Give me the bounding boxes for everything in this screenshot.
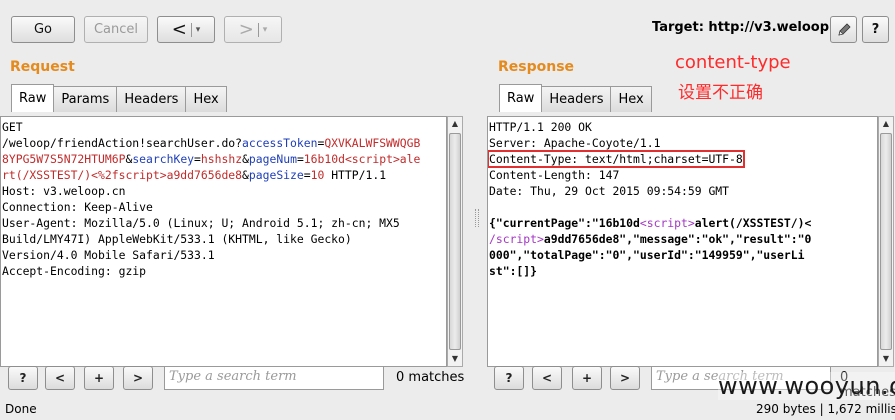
tab-response-raw[interactable]: Raw bbox=[499, 84, 543, 112]
go-button[interactable]: Go bbox=[11, 16, 75, 43]
tab-request-hex[interactable]: Hex bbox=[185, 86, 227, 112]
help-icon: ? bbox=[505, 371, 513, 385]
response-editor[interactable]: HTTP/1.1 200 OK Server: Apache-Coyote/1.… bbox=[487, 116, 878, 367]
scroll-down-icon[interactable]: ▼ bbox=[448, 352, 462, 366]
tab-request-raw[interactable]: Raw bbox=[11, 84, 55, 112]
request-text: GET /weloop/friendAction!searchUser.do?a… bbox=[2, 120, 421, 278]
tab-response-headers[interactable]: Headers bbox=[541, 86, 612, 112]
scroll-thumb[interactable] bbox=[449, 133, 461, 350]
response-search-help-button[interactable]: ? bbox=[494, 366, 524, 390]
request-search-input[interactable]: Type a search term bbox=[164, 366, 384, 390]
edit-target-button[interactable] bbox=[830, 16, 857, 43]
watermark: www.wooyun.org bbox=[718, 372, 895, 400]
scroll-thumb[interactable] bbox=[880, 133, 892, 350]
response-search-next-button[interactable]: > bbox=[610, 366, 640, 390]
back-arrow-icon: < bbox=[171, 18, 187, 40]
request-title: Request bbox=[10, 59, 75, 75]
scroll-up-icon[interactable]: ▲ bbox=[879, 117, 893, 131]
content-type-highlight: Content-Type: text/html;charset=UTF-8 bbox=[488, 150, 745, 168]
request-tabs: Raw Params Headers Hex bbox=[11, 84, 227, 112]
target-label: Target: http://v3.weloop.cn bbox=[652, 20, 851, 35]
annotation-incorrect: 设置不正确 bbox=[678, 83, 763, 103]
tab-response-hex[interactable]: Hex bbox=[610, 86, 652, 112]
response-title: Response bbox=[498, 59, 575, 75]
plus-icon: + bbox=[93, 371, 105, 385]
grip-icon bbox=[475, 209, 479, 227]
response-tabs: Raw Headers Hex bbox=[499, 84, 652, 112]
request-match-count: 0 matches bbox=[396, 370, 465, 385]
chevron-right-icon: > bbox=[132, 371, 144, 385]
scroll-up-icon[interactable]: ▲ bbox=[448, 117, 462, 131]
panel-splitter[interactable] bbox=[472, 44, 482, 389]
request-search-next-button[interactable]: > bbox=[123, 366, 153, 390]
request-search-prev-button[interactable]: < bbox=[45, 366, 75, 390]
cancel-button[interactable]: Cancel bbox=[84, 16, 148, 43]
status-text: Done bbox=[5, 402, 37, 416]
help-button[interactable]: ? bbox=[862, 16, 889, 43]
pencil-icon bbox=[837, 22, 851, 36]
response-search-prev-button[interactable]: < bbox=[532, 366, 562, 390]
tab-request-params[interactable]: Params bbox=[53, 86, 118, 112]
status-metrics: 290 bytes | 1,672 millis bbox=[756, 402, 895, 416]
request-search-add-button[interactable]: + bbox=[84, 366, 114, 390]
annotation-content-type: content-type bbox=[675, 52, 791, 73]
chevron-down-icon: ▾ bbox=[262, 24, 268, 35]
help-icon: ? bbox=[871, 22, 880, 37]
help-icon: ? bbox=[19, 371, 27, 385]
plus-icon: + bbox=[581, 371, 593, 385]
request-scrollbar[interactable]: ▲ ▼ bbox=[447, 116, 463, 367]
chevron-right-icon: > bbox=[619, 371, 631, 385]
response-text: HTTP/1.1 200 OK Server: Apache-Coyote/1.… bbox=[488, 120, 812, 278]
request-editor[interactable]: GET /weloop/friendAction!searchUser.do?a… bbox=[0, 116, 447, 367]
chevron-down-icon: ▾ bbox=[195, 24, 201, 35]
forward-button[interactable]: > ▾ bbox=[224, 16, 282, 43]
response-search-add-button[interactable]: + bbox=[572, 366, 602, 390]
request-search-help-button[interactable]: ? bbox=[8, 366, 38, 390]
back-button[interactable]: < ▾ bbox=[157, 16, 215, 43]
response-scrollbar[interactable]: ▲ ▼ bbox=[878, 116, 894, 367]
forward-arrow-icon: > bbox=[238, 18, 254, 40]
tab-request-headers[interactable]: Headers bbox=[116, 86, 187, 112]
chevron-left-icon: < bbox=[54, 371, 66, 385]
chevron-left-icon: < bbox=[541, 371, 553, 385]
scroll-down-icon[interactable]: ▼ bbox=[879, 352, 893, 366]
